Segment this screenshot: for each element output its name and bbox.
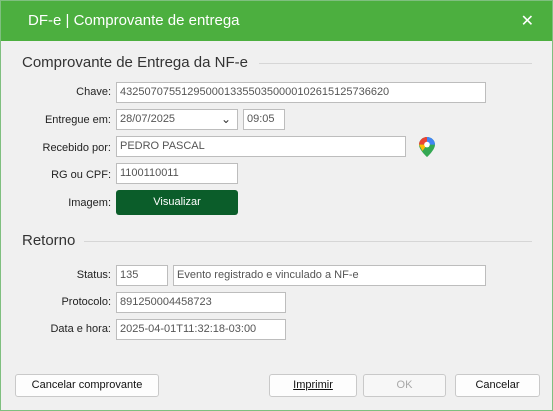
section-divider (84, 241, 532, 242)
window-title: DF-e | Comprovante de entrega (28, 12, 240, 29)
recebido-por-field[interactable]: PEDRO PASCAL (116, 136, 406, 157)
dialog-window: DF-e | Comprovante de entrega ✕ Comprova… (0, 0, 553, 411)
section-title-entrega: Comprovante de Entrega da NF-e (22, 54, 248, 71)
title-bar: DF-e | Comprovante de entrega ✕ (1, 1, 552, 41)
map-pin-icon[interactable] (419, 137, 435, 157)
cancel-button[interactable]: Cancelar (455, 374, 540, 397)
data-hora-field[interactable]: 2025-04-01T11:32:18-03:00 (116, 319, 286, 340)
rg-cpf-label: RG ou CPF: (51, 169, 111, 181)
rg-cpf-field[interactable]: 1100110011 (116, 163, 238, 184)
print-button[interactable]: Imprimir (269, 374, 357, 397)
ok-button[interactable]: OK (363, 374, 446, 397)
status-description-field[interactable]: Evento registrado e vinculado a NF-e (173, 265, 486, 286)
section-divider (259, 63, 532, 64)
cancel-receipt-button[interactable]: Cancelar comprovante (15, 374, 159, 397)
chave-field[interactable]: 4325070755129500013355035000010261512573… (116, 82, 486, 103)
status-code-field[interactable]: 135 (116, 265, 168, 286)
chave-label: Chave: (76, 86, 111, 98)
imagem-label: Imagem: (68, 197, 111, 209)
visualizar-button[interactable]: Visualizar (116, 190, 238, 215)
status-label: Status: (76, 269, 111, 281)
entregue-em-date-value: 28/07/2025 (120, 113, 176, 125)
recebido-por-label: Recebido por: (42, 142, 112, 154)
entregue-em-label: Entregue em: (44, 114, 111, 126)
protocolo-label: Protocolo: (61, 296, 111, 308)
chevron-down-icon[interactable]: ⌄ (221, 112, 231, 126)
protocolo-field[interactable]: 891250004458723 (116, 292, 286, 313)
close-icon[interactable]: ✕ (521, 11, 534, 31)
data-hora-label: Data e hora: (50, 323, 111, 335)
entregue-em-date-picker[interactable]: 28/07/2025 ⌄ (116, 109, 238, 130)
section-title-retorno: Retorno (22, 232, 76, 249)
entregue-em-time-field[interactable]: 09:05 (243, 109, 285, 130)
